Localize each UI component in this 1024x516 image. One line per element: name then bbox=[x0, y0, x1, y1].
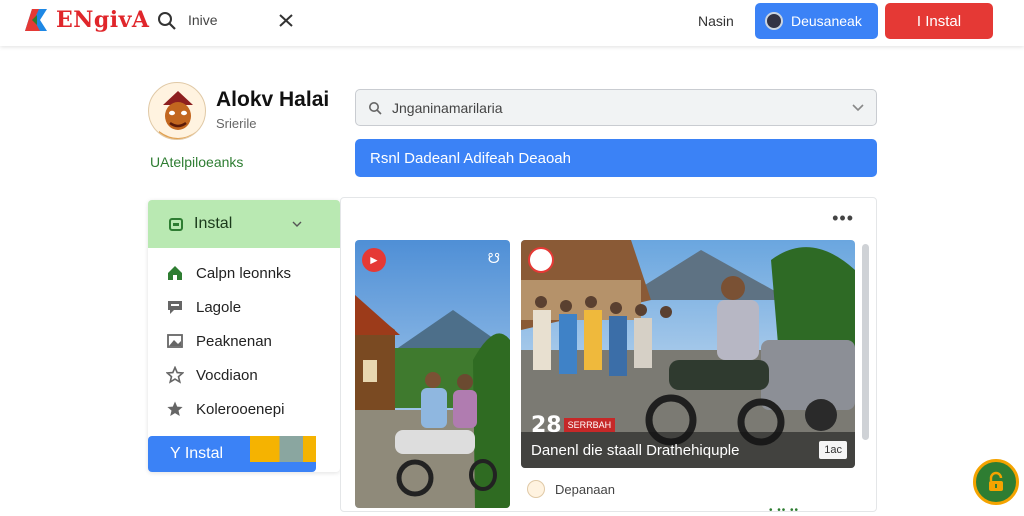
image-icon bbox=[166, 332, 184, 350]
sidebar-item-2[interactable]: Peaknenan bbox=[166, 332, 272, 350]
house-icon bbox=[166, 264, 184, 282]
color-swatch bbox=[250, 436, 316, 462]
category-select[interactable]: Jnganinamarilaria bbox=[355, 89, 877, 126]
primary-action-bar[interactable]: Rsnl Dadeanl Adifeah Deaoah bbox=[355, 139, 877, 177]
profile-subtitle: Srierile bbox=[216, 116, 257, 131]
sidebar-item-1[interactable]: Lagole bbox=[166, 298, 241, 316]
chat-icon bbox=[166, 298, 184, 316]
card-caption: Danenl die staall Drathehiquple 1ac bbox=[521, 432, 855, 468]
feed-card-2[interactable]: 28 SERRBAH Danenl die staall Drathehiqup… bbox=[521, 240, 855, 468]
download-label: Deusaneak bbox=[791, 13, 862, 29]
profile-link[interactable]: UAtelpiloeanks bbox=[150, 154, 243, 170]
channel-badge-icon bbox=[528, 247, 554, 273]
sidebar-item-label: Calpn leonnks bbox=[196, 264, 292, 282]
share-icon[interactable]: ☋ bbox=[488, 250, 500, 267]
more-options-icon[interactable]: ••• bbox=[832, 208, 854, 229]
search-icon[interactable] bbox=[156, 10, 178, 32]
star-icon bbox=[166, 400, 184, 418]
sidebar-item-label: Vocdiaon bbox=[196, 366, 258, 384]
chevron-down-icon bbox=[852, 103, 864, 111]
sidebar-item-3[interactable]: Vocdiaon bbox=[166, 366, 258, 384]
close-icon[interactable] bbox=[276, 10, 296, 30]
package-icon bbox=[169, 218, 183, 231]
card-caption-text: Danenl die staall Drathehiquple bbox=[531, 441, 740, 459]
author-avatar-icon bbox=[527, 480, 545, 498]
brand-mark-icon bbox=[25, 9, 47, 31]
sidebar-header[interactable]: Instal bbox=[148, 200, 340, 248]
feed-panel: ••• ► ☋ 28 SERRBAH Danenl die staall Dra… bbox=[340, 197, 877, 516]
sidebar-item-label: Peaknenan bbox=[196, 332, 272, 350]
chevron-down-icon bbox=[292, 221, 302, 227]
sidebar-item-label: Kolerooenepi bbox=[196, 400, 285, 418]
sidebar-item-0[interactable]: Calpn leonnks bbox=[166, 264, 291, 282]
author-name: Depanaan bbox=[555, 481, 615, 497]
lock-icon[interactable] bbox=[973, 459, 1019, 505]
sidebar-item-4[interactable]: Kolerooenepi bbox=[166, 400, 284, 418]
footer-indicator: • •• •• bbox=[769, 505, 800, 516]
search-input[interactable]: Inive bbox=[188, 12, 218, 28]
card-tag: SERRBAH bbox=[563, 418, 616, 432]
sidebar: Instal Calpn leonnks Lagole Peaknenan Vo… bbox=[148, 200, 340, 472]
sidebar-install-label: Y Instal bbox=[170, 445, 224, 462]
sidebar-item-label: Lagole bbox=[196, 298, 242, 316]
avatar-icon bbox=[765, 12, 783, 30]
mask-avatar-icon bbox=[159, 91, 197, 139]
select-value: Jnganinamarilaria bbox=[392, 99, 503, 116]
profile-avatar[interactable] bbox=[148, 82, 206, 140]
account-name-link[interactable]: Nasin bbox=[698, 13, 734, 29]
brand-name: ENgivA bbox=[56, 7, 150, 33]
scrollbar[interactable] bbox=[862, 244, 869, 440]
card-count-badge: 1ac bbox=[819, 441, 847, 459]
feed-card-1[interactable]: ► ☋ bbox=[355, 240, 510, 508]
sidebar-install-button[interactable]: Y Instal bbox=[148, 436, 316, 472]
sidebar-header-label: Instal bbox=[194, 215, 233, 232]
star-outline-icon bbox=[166, 366, 184, 384]
brand-logo[interactable]: ENgivA bbox=[22, 6, 149, 34]
card-author[interactable]: Depanaan bbox=[527, 480, 615, 498]
install-button[interactable]: I Instal bbox=[885, 3, 993, 39]
profile-name: Alokv Halai bbox=[216, 88, 330, 111]
village-photo bbox=[355, 240, 510, 508]
search-icon bbox=[369, 101, 382, 115]
pin-icon: ► bbox=[362, 248, 386, 272]
top-bar: ENgivA Inive Nasin Deusaneak I Instal bbox=[0, 0, 1024, 46]
download-button[interactable]: Deusaneak bbox=[755, 3, 878, 39]
